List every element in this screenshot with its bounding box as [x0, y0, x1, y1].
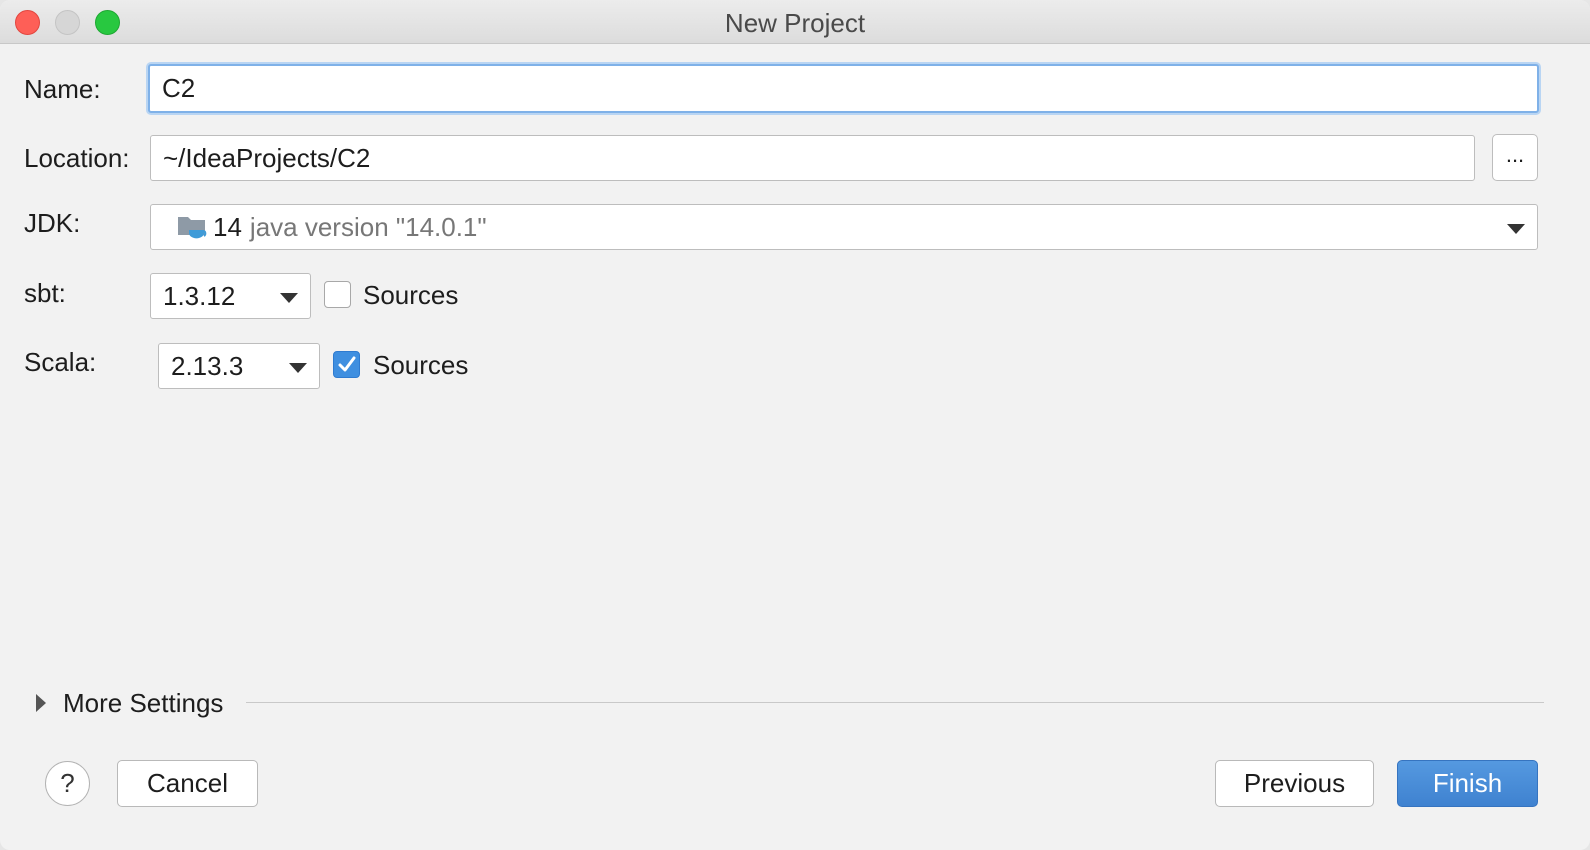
finish-button[interactable]: Finish: [1397, 760, 1538, 807]
help-icon: ?: [60, 768, 75, 798]
browse-label: ...: [1505, 141, 1525, 167]
jdk-detail: java version "14.0.1": [249, 211, 487, 242]
name-input-value: C2: [162, 73, 196, 103]
scala-version-value: 2.13.3: [171, 350, 244, 381]
browse-location-button[interactable]: ...: [1492, 134, 1538, 181]
sbt-version-select[interactable]: 1.3.12: [150, 273, 311, 319]
scala-version-select[interactable]: 2.13.3: [158, 343, 320, 389]
chevron-down-icon: [1507, 224, 1525, 234]
location-label: Location:: [24, 143, 130, 173]
jdk-version: 14: [213, 211, 242, 242]
previous-button[interactable]: Previous: [1215, 760, 1374, 807]
jdk-select[interactable]: 14 java version "14.0.1": [150, 204, 1538, 250]
location-input[interactable]: ~/IdeaProjects/C2: [150, 135, 1475, 181]
sbt-version-value: 1.3.12: [163, 280, 236, 311]
name-input[interactable]: C2: [148, 64, 1539, 113]
sbt-sources-checkbox[interactable]: [324, 281, 351, 308]
checkmark-icon: [338, 356, 356, 372]
location-input-value: ~/IdeaProjects/C2: [163, 142, 371, 173]
sbt-label: sbt:: [24, 278, 66, 308]
previous-button-label: Previous: [1243, 768, 1346, 798]
chevron-down-icon: [289, 363, 307, 373]
cancel-button-label: Cancel: [147, 768, 228, 798]
scala-sources-label[interactable]: Sources: [373, 350, 468, 381]
jdk-label: JDK:: [24, 208, 81, 238]
new-project-dialog: New Project Name: C2 Location: ~/IdeaPro…: [0, 0, 1590, 850]
name-label: Name:: [24, 74, 101, 104]
cancel-button[interactable]: Cancel: [117, 760, 258, 807]
title-bar: New Project: [0, 0, 1590, 44]
scala-sources-checkbox[interactable]: [333, 351, 360, 378]
sbt-sources-label[interactable]: Sources: [363, 280, 458, 311]
more-settings-toggle[interactable]: More Settings: [63, 688, 223, 719]
scala-label: Scala:: [24, 347, 97, 377]
jdk-folder-icon: [177, 213, 209, 241]
divider: [246, 702, 1544, 703]
window-title: New Project: [724, 8, 866, 38]
chevron-down-icon: [280, 293, 298, 303]
finish-button-label: Finish: [1432, 768, 1503, 798]
disclosure-triangle-icon[interactable]: [36, 694, 46, 712]
help-button[interactable]: ?: [45, 761, 90, 806]
